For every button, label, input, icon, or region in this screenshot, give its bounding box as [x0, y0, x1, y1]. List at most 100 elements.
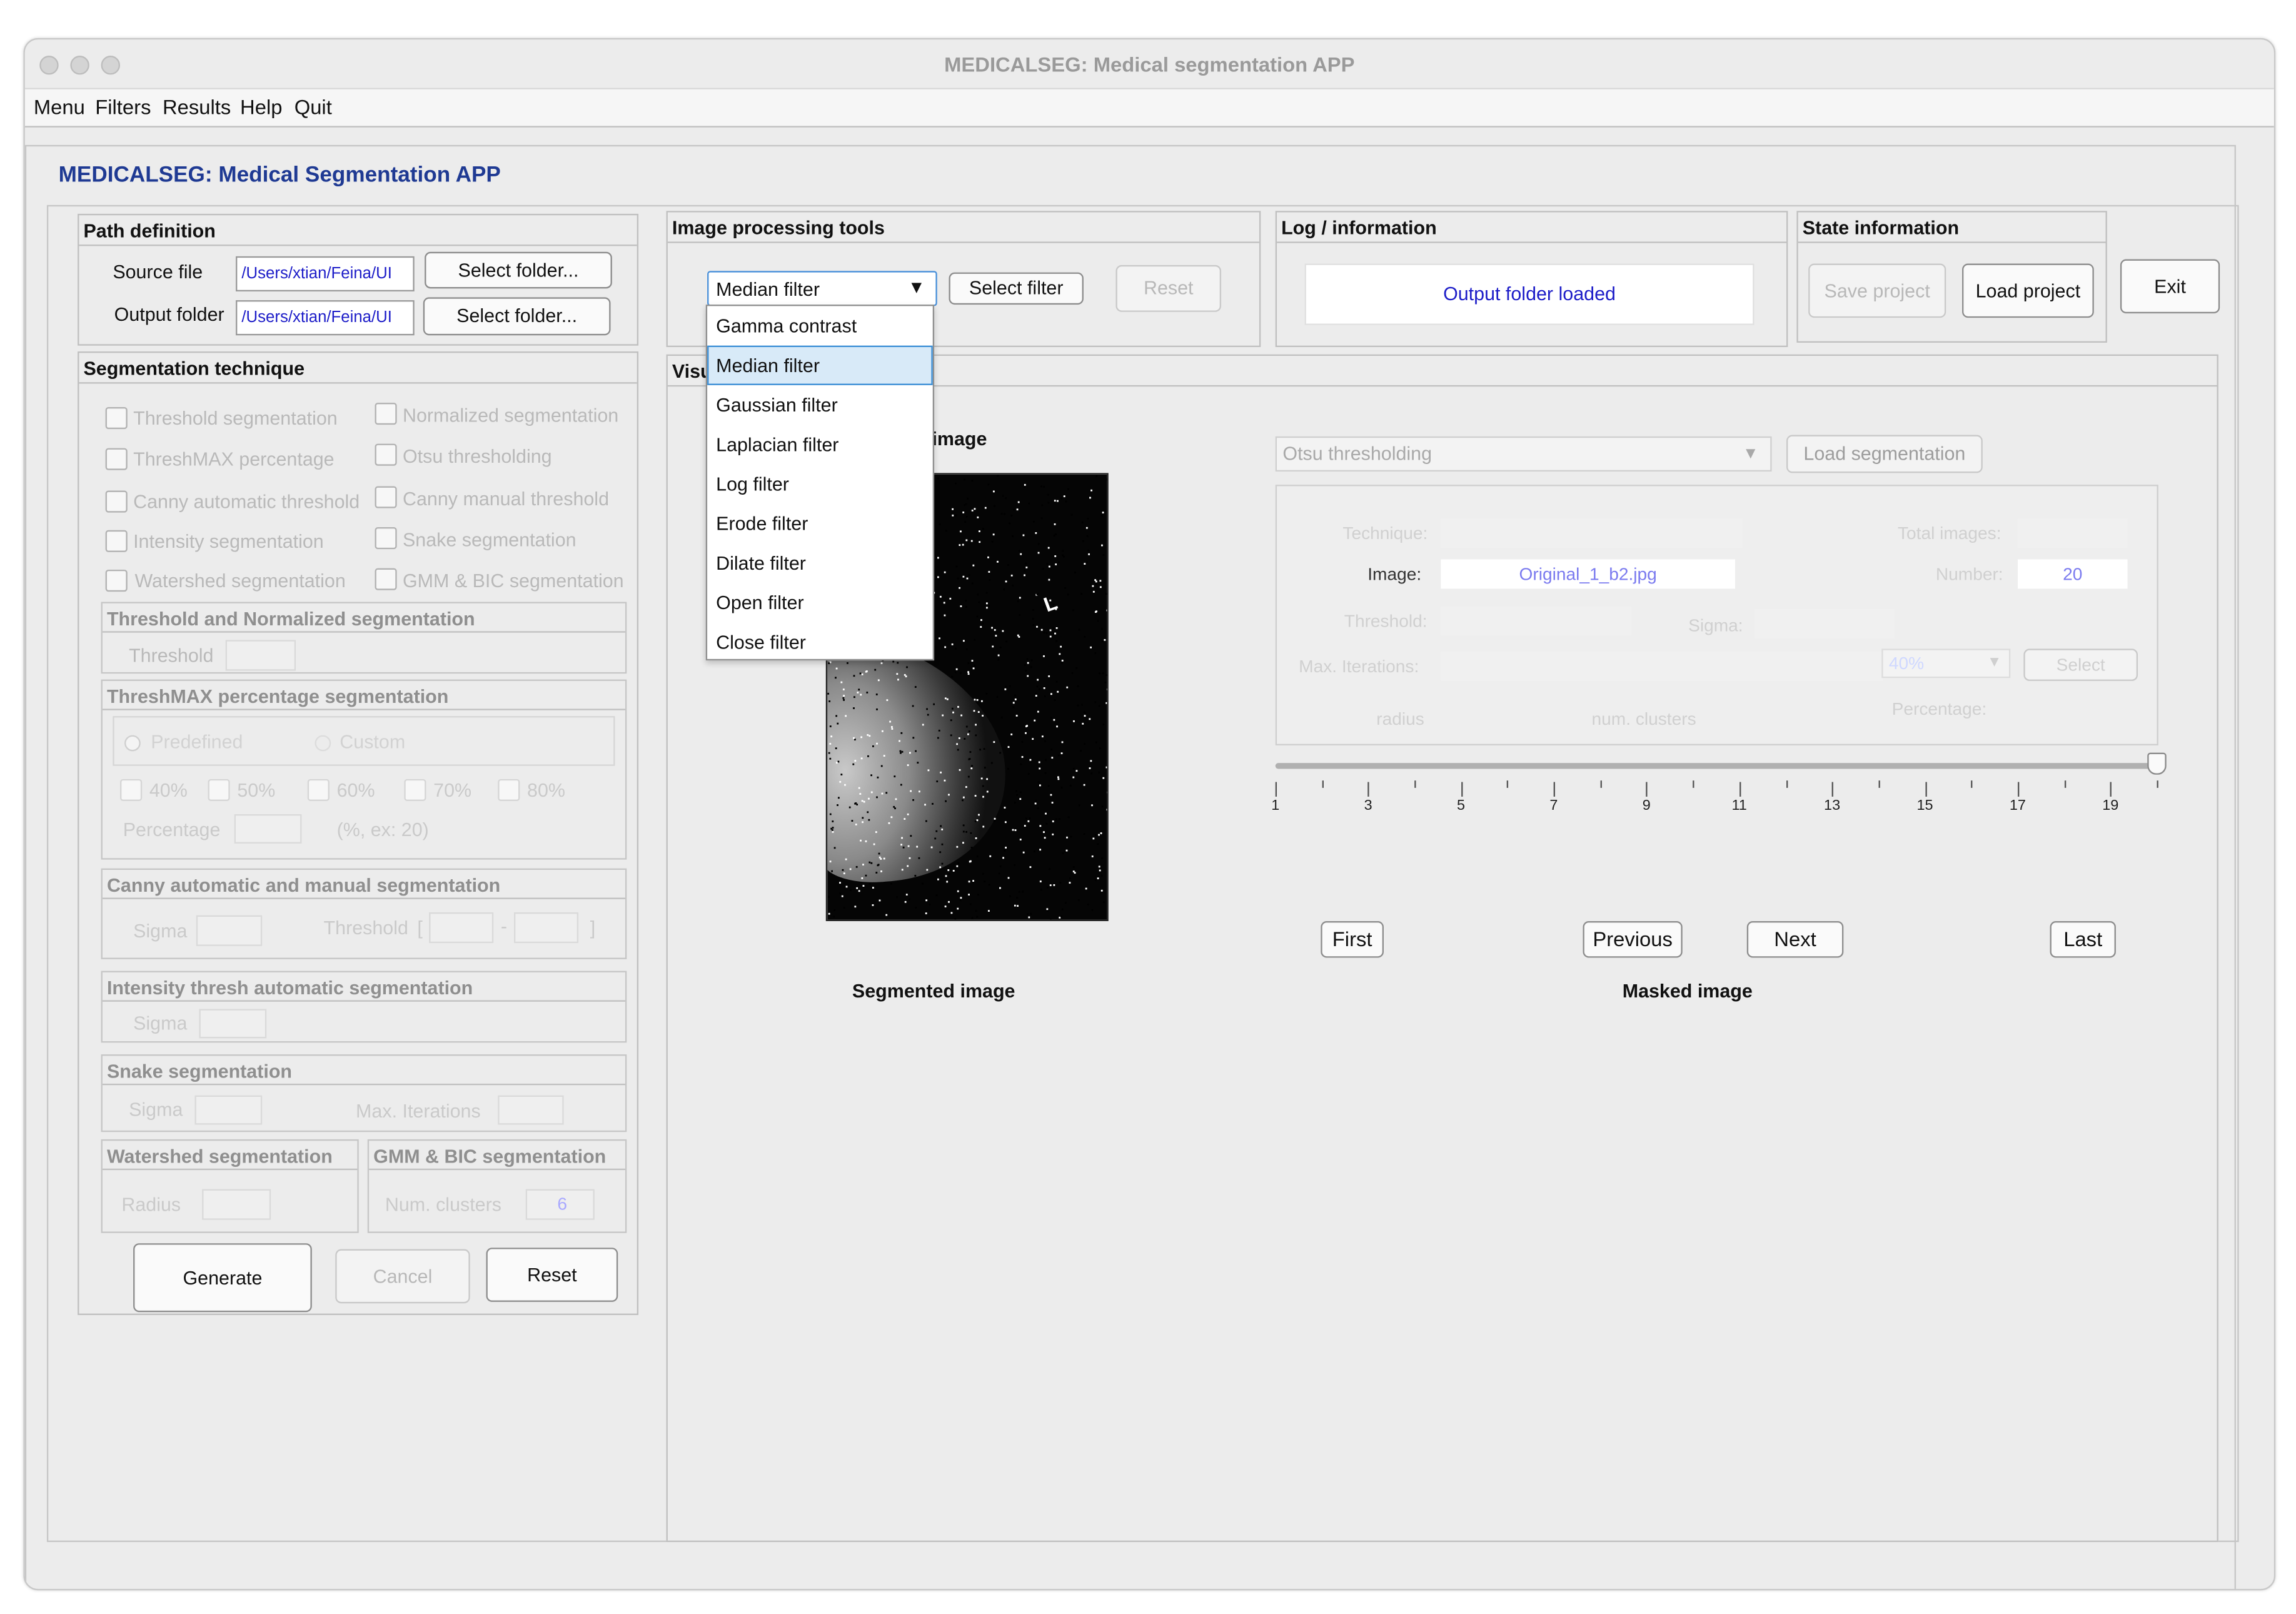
otsu-label: Otsu thresholding [403, 445, 552, 467]
filter-dropdown[interactable]: Median filter ▼ [707, 271, 937, 306]
watershed-group: Watershed segmentation Radius [101, 1139, 359, 1233]
menu-menu[interactable]: Menu [34, 95, 85, 118]
pct-80-checkbox[interactable] [498, 779, 520, 801]
last-button[interactable]: Last [2050, 921, 2116, 958]
cancel-button[interactable]: Cancel [335, 1249, 470, 1304]
generate-button[interactable]: Generate [133, 1243, 312, 1312]
custom-radio[interactable] [315, 735, 331, 752]
menu-results[interactable]: Results [163, 95, 231, 118]
threshold-label: Threshold [129, 644, 213, 666]
window-title: MEDICALSEG: Medical segmentation APP [25, 53, 2274, 76]
pct-40-checkbox[interactable] [120, 779, 142, 801]
info-threshold-label: Threshold: [1344, 611, 1427, 632]
segmentation-technique-title: Segmentation technique [83, 357, 305, 379]
threshold-segmentation-checkbox[interactable] [106, 407, 128, 429]
percentage-input[interactable] [234, 814, 302, 844]
watershed-radius-label: Radius [121, 1194, 181, 1216]
percentage-dropdown[interactable]: 40% ▼ [1881, 648, 2010, 678]
output-folder-label: Output folder [114, 303, 224, 325]
select-source-folder-button[interactable]: Select folder... [425, 252, 612, 289]
info-maxit-value [1441, 652, 1883, 681]
menu-filters[interactable]: Filters [95, 95, 151, 118]
state-information-panel: State information Save project Load proj… [1796, 211, 2107, 343]
intensity-sigma-label: Sigma [133, 1012, 187, 1034]
threshold-normalized-title: Threshold and Normalized segmentation [107, 608, 475, 630]
filter-option-close[interactable]: Close filter [707, 622, 933, 662]
normalized-segmentation-checkbox[interactable] [375, 403, 397, 425]
snake-maxit-input[interactable] [498, 1096, 563, 1125]
image-label: Image: [1367, 564, 1421, 585]
segmentation-method-dropdown[interactable]: Otsu thresholding ▼ [1276, 436, 1772, 472]
canny-sigma-input[interactable] [196, 915, 262, 946]
image-slider-thumb[interactable] [2147, 753, 2166, 775]
snake-sigma-input[interactable] [194, 1096, 262, 1125]
segmented-image-label: Segmented image [852, 980, 1015, 1002]
exit-button[interactable]: Exit [2120, 259, 2220, 313]
threshold-segmentation-label: Threshold segmentation [133, 407, 338, 429]
select-filter-button[interactable]: Select filter [949, 273, 1083, 305]
intensity-group: Intensity thresh automatic segmentation … [101, 971, 627, 1043]
intensity-checkbox[interactable] [106, 530, 128, 552]
number-value: 20 [2018, 560, 2128, 589]
info-percentage-label: Percentage: [1892, 699, 1987, 719]
slider-tick [1368, 782, 1369, 797]
slider-tick [1693, 780, 1694, 788]
canny-manual-label: Canny manual threshold [403, 488, 609, 510]
pct-60-checkbox[interactable] [308, 779, 330, 801]
filter-option-median[interactable]: Median filter [707, 346, 933, 385]
watershed-radius-input[interactable] [202, 1189, 271, 1220]
slider-tick [1554, 782, 1555, 797]
canny-threshold-high-input[interactable] [514, 912, 578, 943]
filter-option-gaussian[interactable]: Gaussian filter [707, 385, 933, 425]
intensity-sigma-input[interactable] [199, 1009, 266, 1039]
threshmax-checkbox[interactable] [106, 448, 128, 470]
previous-button[interactable]: Previous [1583, 921, 1682, 958]
otsu-checkbox[interactable] [375, 444, 397, 466]
save-project-button[interactable]: Save project [1808, 264, 1946, 318]
source-file-field[interactable]: /Users/xtian/Feina/UI [236, 256, 415, 291]
filter-option-dilate[interactable]: Dilate filter [707, 543, 933, 583]
watershed-checkbox[interactable] [106, 570, 128, 592]
pct-50-checkbox[interactable] [208, 779, 230, 801]
snake-label: Snake segmentation [403, 528, 577, 550]
load-segmentation-button[interactable]: Load segmentation [1786, 435, 1983, 473]
output-folder-field[interactable]: /Users/xtian/Feina/UI [236, 300, 415, 335]
slider-tick-label: 9 [1643, 798, 1651, 814]
select-output-folder-button[interactable]: Select folder... [423, 297, 611, 335]
total-images-value [2018, 518, 2128, 548]
load-project-button[interactable]: Load project [1962, 264, 2094, 318]
chevron-down-icon: ▼ [1743, 438, 1759, 470]
chevron-down-icon: ▼ [908, 277, 925, 298]
seg-reset-button[interactable]: Reset [486, 1248, 618, 1302]
technique-label: Technique: [1342, 523, 1427, 543]
percentage-select-button[interactable]: Select [2023, 648, 2138, 681]
slider-tick [1508, 780, 1509, 788]
filter-option-laplacian[interactable]: Laplacian filter [707, 425, 933, 464]
snake-checkbox[interactable] [375, 527, 397, 549]
slider-tick-label: 7 [1549, 798, 1558, 814]
pct-60-label: 60% [337, 779, 375, 801]
app-window: MEDICALSEG: Medical segmentation APP Men… [23, 38, 2275, 1590]
filter-option-gamma[interactable]: Gamma contrast [707, 306, 933, 345]
info-maxit-label: Max. Iterations: [1299, 656, 1419, 677]
first-button[interactable]: First [1321, 921, 1384, 958]
pct-70-checkbox[interactable] [404, 779, 426, 801]
menu-help[interactable]: Help [240, 95, 282, 118]
log-message: Output folder loaded [1305, 264, 1755, 325]
threshold-input[interactable] [226, 640, 296, 670]
canny-auto-checkbox[interactable] [106, 491, 128, 513]
slider-tick [1600, 780, 1601, 788]
gmm-clusters-input[interactable]: 6 [526, 1189, 595, 1220]
canny-threshold-low-input[interactable] [429, 912, 493, 943]
filter-option-erode[interactable]: Erode filter [707, 504, 933, 543]
filter-option-log[interactable]: Log filter [707, 464, 933, 503]
predefined-radio[interactable] [124, 735, 141, 752]
canny-manual-checkbox[interactable] [375, 486, 397, 508]
next-button[interactable]: Next [1747, 921, 1844, 958]
slider-tick [1646, 782, 1648, 797]
gmm-bic-checkbox[interactable] [375, 568, 397, 590]
tools-reset-button[interactable]: Reset [1115, 265, 1221, 312]
filter-option-open[interactable]: Open filter [707, 583, 933, 622]
image-slider-track[interactable] [1276, 763, 2157, 769]
menu-quit[interactable]: Quit [295, 95, 332, 118]
